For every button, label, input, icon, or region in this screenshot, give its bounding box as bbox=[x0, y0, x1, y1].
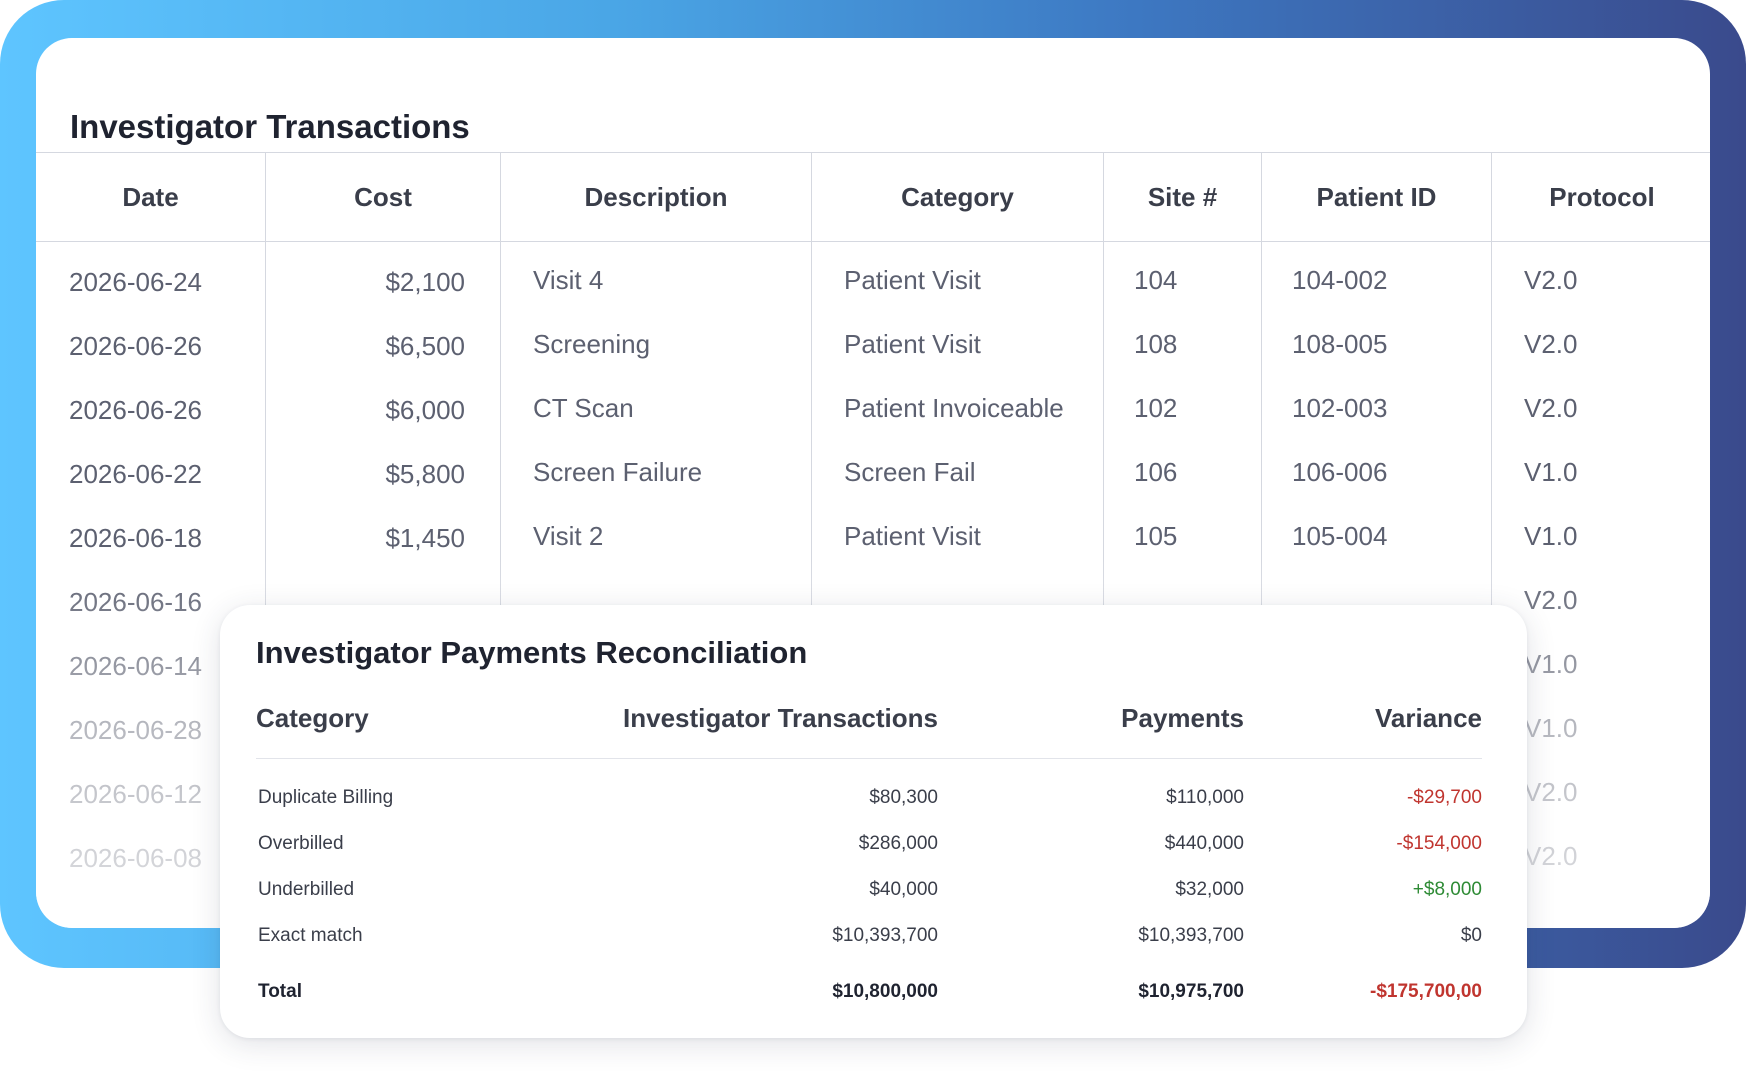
column-header-protocol[interactable]: Protocol bbox=[1492, 153, 1710, 241]
cell-category: Patient Visit bbox=[844, 265, 981, 295]
cell-category: Patient Visit bbox=[844, 521, 981, 551]
recon-cell-category: Overbilled bbox=[258, 833, 344, 854]
cell-patient-id: 105-004 bbox=[1292, 521, 1388, 551]
recon-total-transactions: $10,800,000 bbox=[832, 981, 938, 1002]
cell-cost: $5,800 bbox=[385, 459, 465, 489]
table-row[interactable]: 2026-06-26 $6,000 CT Scan Patient Invoic… bbox=[36, 369, 1710, 433]
recon-cell-transactions: $80,300 bbox=[869, 787, 938, 808]
cell-date: 2026-06-18 bbox=[69, 523, 202, 553]
table-row[interactable]: 2026-06-26 $6,500 Screening Patient Visi… bbox=[36, 305, 1710, 369]
cell-cost: $6,000 bbox=[385, 395, 465, 425]
cell-category: Patient Invoiceable bbox=[844, 393, 1064, 423]
cell-site: 105 bbox=[1134, 521, 1178, 551]
column-header-patient-id[interactable]: Patient ID bbox=[1262, 153, 1491, 241]
cell-date: 2026-06-12 bbox=[69, 779, 202, 809]
reconciliation-title: Investigator Payments Reconciliation bbox=[256, 635, 808, 670]
cell-category: Screen Fail bbox=[844, 457, 976, 487]
column-header-cost[interactable]: Cost bbox=[266, 153, 500, 241]
cell-site: 108 bbox=[1134, 329, 1178, 359]
recon-cell-transactions: $40,000 bbox=[869, 879, 938, 900]
column-header-date[interactable]: Date bbox=[36, 153, 265, 241]
cell-date: 2026-06-22 bbox=[69, 459, 202, 489]
cell-cost: $1,450 bbox=[385, 523, 465, 553]
cell-protocol: V2.0 bbox=[1524, 841, 1578, 871]
cell-description: CT Scan bbox=[533, 393, 634, 423]
cell-protocol: V2.0 bbox=[1524, 329, 1578, 359]
cell-patient-id: 104-002 bbox=[1292, 265, 1388, 295]
column-header-category[interactable]: Category bbox=[812, 153, 1103, 241]
table-row[interactable]: 2026-06-18 $1,450 Visit 2 Patient Visit … bbox=[36, 497, 1710, 561]
cell-date: 2026-06-26 bbox=[69, 395, 202, 425]
recon-cell-variance: -$154,000 bbox=[1396, 833, 1482, 854]
cell-date: 2026-06-16 bbox=[69, 587, 202, 617]
column-header-site[interactable]: Site # bbox=[1104, 153, 1261, 241]
recon-cell-variance: +$8,000 bbox=[1412, 879, 1482, 900]
cell-description: Screen Failure bbox=[533, 457, 703, 487]
recon-header-transactions[interactable]: Investigator Transactions bbox=[600, 705, 938, 731]
reconciliation-card: Investigator Payments Reconciliation Cat… bbox=[220, 605, 1527, 1038]
cell-protocol: V2.0 bbox=[1524, 585, 1578, 615]
cell-protocol: V1.0 bbox=[1524, 713, 1578, 743]
cell-cost: $2,100 bbox=[385, 267, 465, 297]
cell-date: 2026-06-08 bbox=[69, 843, 202, 873]
table-row[interactable]: 2026-06-24 $2,100 Visit 4 Patient Visit … bbox=[36, 241, 1710, 305]
cell-description: Screening bbox=[533, 329, 651, 359]
recon-header-variance[interactable]: Variance bbox=[1282, 705, 1482, 731]
recon-cell-category: Duplicate Billing bbox=[258, 787, 394, 808]
cell-protocol: V2.0 bbox=[1524, 393, 1578, 423]
cell-patient-id: 102-003 bbox=[1292, 393, 1388, 423]
cell-date: 2026-06-26 bbox=[69, 331, 202, 361]
recon-cell-transactions: $10,393,700 bbox=[832, 925, 938, 946]
cell-description: Visit 2 bbox=[533, 521, 604, 551]
recon-cell-variance: $0 bbox=[1460, 925, 1482, 946]
cell-patient-id: 108-005 bbox=[1292, 329, 1388, 359]
cell-date: 2026-06-24 bbox=[69, 267, 202, 297]
cell-category: Patient Visit bbox=[844, 329, 981, 359]
recon-cell-category: Underbilled bbox=[258, 879, 355, 900]
header-divider bbox=[256, 758, 1482, 759]
recon-cell-variance: -$29,700 bbox=[1406, 787, 1482, 808]
recon-cell-category: Exact match bbox=[258, 925, 363, 946]
recon-header-category[interactable]: Category bbox=[256, 705, 369, 731]
table-row[interactable]: 2026-06-22 $5,800 Screen Failure Screen … bbox=[36, 433, 1710, 497]
cell-protocol: V2.0 bbox=[1524, 777, 1578, 807]
cell-cost: $6,500 bbox=[385, 331, 465, 361]
cell-site: 106 bbox=[1134, 457, 1178, 487]
transactions-table-header: Date Cost Description Category Site # Pa… bbox=[36, 152, 1710, 242]
cell-protocol: V1.0 bbox=[1524, 649, 1578, 679]
cell-protocol: V2.0 bbox=[1524, 265, 1578, 295]
cell-site: 102 bbox=[1134, 393, 1178, 423]
recon-header-payments[interactable]: Payments bbox=[1020, 705, 1244, 731]
column-header-description[interactable]: Description bbox=[501, 153, 811, 241]
cell-description: Visit 4 bbox=[533, 265, 604, 295]
transactions-title: Investigator Transactions bbox=[70, 108, 470, 145]
recon-total-variance: -$175,700,00 bbox=[1370, 981, 1482, 1002]
cell-protocol: V1.0 bbox=[1524, 457, 1578, 487]
cell-date: 2026-06-14 bbox=[69, 651, 202, 681]
recon-total-label: Total bbox=[258, 981, 302, 1002]
cell-patient-id: 106-006 bbox=[1292, 457, 1388, 487]
recon-cell-transactions: $286,000 bbox=[858, 833, 938, 854]
cell-protocol: V1.0 bbox=[1524, 521, 1578, 551]
cell-site: 104 bbox=[1134, 265, 1178, 295]
cell-date: 2026-06-28 bbox=[69, 715, 202, 745]
